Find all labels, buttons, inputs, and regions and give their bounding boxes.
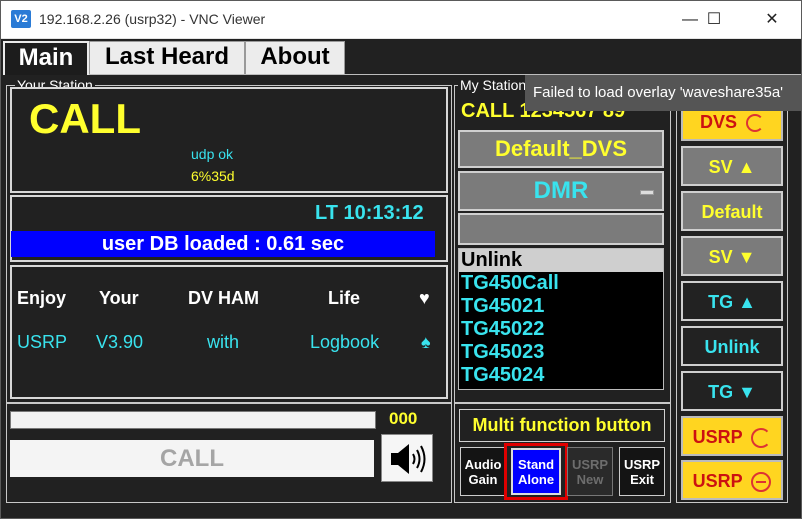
tg-input-field[interactable] [458, 213, 664, 245]
refresh-icon [751, 428, 772, 449]
progress-bar [10, 411, 376, 429]
vnc-app-icon: V2 [11, 10, 31, 28]
default-button[interactable]: Default [681, 191, 783, 231]
your-call: CALL [29, 95, 141, 142]
remote-screen: Main Last Heard About Your Station CALL … [1, 39, 801, 518]
button-label: Audio [464, 457, 502, 472]
button-label: Exit [630, 472, 654, 487]
unlink-button[interactable]: Unlink [681, 326, 783, 366]
motto-header: Enjoy [17, 288, 67, 308]
maximize-button[interactable]: ☐ [689, 1, 739, 39]
button-label: DVS [699, 112, 737, 132]
spade-icon: ♠ [421, 332, 431, 352]
motto-value: with [207, 332, 240, 352]
stand-alone-button[interactable]: Stand Alone [511, 448, 561, 495]
list-item[interactable]: TG45021 [459, 295, 663, 318]
tg-up-button[interactable]: TG ▲ [681, 281, 783, 321]
close-button[interactable]: ✕ [747, 1, 797, 39]
default-dvs-button[interactable]: Default_DVS [458, 130, 664, 168]
speaker-button[interactable] [381, 434, 433, 482]
button-label: USRP [692, 427, 743, 447]
title-bar: V2 192.168.2.26 (usrp32) - VNC Viewer — … [1, 1, 801, 39]
motto-header: DV HAM [188, 288, 259, 308]
sv-down-button[interactable]: SV ▼ [681, 236, 783, 276]
button-label: Alone [517, 472, 555, 487]
tg-down-button[interactable]: TG ▼ [681, 371, 783, 411]
dropdown-icon [640, 190, 654, 195]
button-label: New [576, 472, 604, 487]
sv-up-button[interactable]: SV ▲ [681, 146, 783, 186]
motto-value: USRP [17, 332, 68, 352]
heart-icon: ♥ [419, 288, 430, 308]
button-label: USRP [692, 471, 743, 491]
tab-main[interactable]: Main [3, 41, 89, 75]
button-label: USRP [571, 457, 609, 472]
motto-header: Life [328, 288, 361, 308]
local-time: LT 10:13:12 [315, 202, 424, 224]
talkgroup-list[interactable]: Unlink TG450Call TG45021 TG45022 TG45023… [458, 248, 664, 390]
usrp-restart-button[interactable]: USRP [681, 416, 783, 456]
list-item[interactable]: TG45022 [459, 318, 663, 341]
call-button[interactable]: CALL [10, 440, 374, 477]
mode-select[interactable]: DMR [458, 171, 664, 211]
my-station-label: My Station [458, 77, 529, 93]
list-item[interactable]: TG45023 [459, 341, 663, 364]
motto-value: V3.90 [96, 332, 144, 352]
refresh-icon [746, 114, 765, 133]
button-label: Stand [517, 457, 555, 472]
window-title: 192.168.2.26 (usrp32) - VNC Viewer [39, 11, 266, 27]
audio-gain-button[interactable]: Audio Gain [460, 447, 506, 496]
motto-value: Logbook [310, 332, 380, 352]
button-label: Gain [468, 472, 498, 487]
udp-status: udp ok [191, 146, 234, 162]
stop-icon [751, 472, 772, 493]
motto-header: Your [99, 288, 139, 308]
status-bar: user DB loaded : 0.61 sec [11, 231, 435, 257]
tab-last-heard[interactable]: Last Heard [89, 41, 245, 75]
usrp-new-button[interactable]: USRP New [567, 447, 613, 496]
percent-status: 6%35d [191, 168, 235, 184]
mode-value: DMR [533, 177, 589, 204]
list-item[interactable]: TG450Call [459, 272, 663, 295]
multi-function-label: Multi function button [459, 409, 665, 442]
usrp-exit-button[interactable]: USRP Exit [619, 447, 665, 496]
list-item[interactable]: Unlink [459, 249, 663, 272]
tab-about[interactable]: About [245, 41, 345, 75]
counter: 000 [389, 409, 418, 428]
vnc-window: V2 192.168.2.26 (usrp32) - VNC Viewer — … [0, 0, 802, 519]
error-tooltip: Failed to load overlay 'waveshare35a' [525, 75, 801, 111]
usrp-stop-button[interactable]: USRP [681, 460, 783, 500]
speaker-icon [391, 444, 426, 474]
list-item[interactable]: TG45024 [459, 364, 663, 387]
button-label: USRP [623, 457, 661, 472]
